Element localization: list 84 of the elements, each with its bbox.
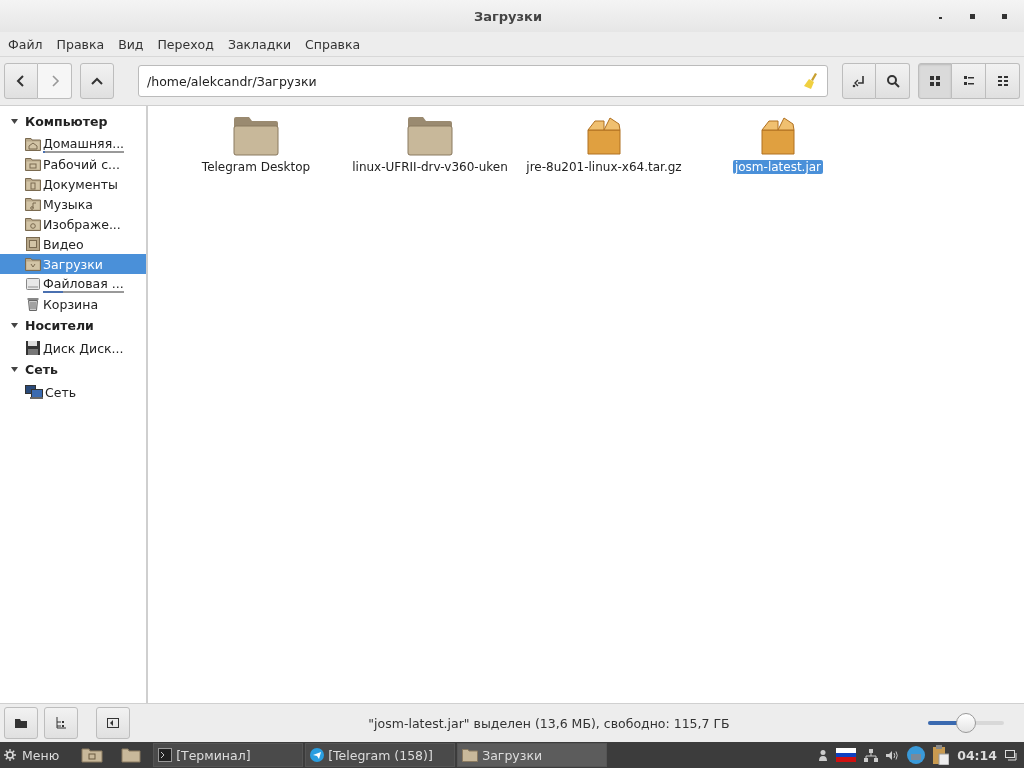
file-name[interactable]: linux-UFRII-drv-v360-uken — [350, 160, 510, 174]
folder-icon[interactable] — [233, 116, 279, 156]
package-icon[interactable] — [586, 116, 622, 156]
tree-icon — [55, 717, 67, 729]
music-folder-icon — [25, 197, 41, 211]
file-name[interactable]: Telegram Desktop — [199, 160, 313, 174]
triangle-icon — [10, 365, 19, 374]
desktop-folder-icon — [25, 157, 41, 171]
documents-folder-icon — [25, 177, 41, 191]
package-icon[interactable] — [760, 116, 796, 156]
gear-icon — [4, 749, 16, 761]
russian-flag-icon[interactable] — [836, 748, 857, 762]
home-folder-icon — [25, 137, 41, 151]
network-icon[interactable] — [864, 748, 879, 762]
user-icon[interactable] — [818, 749, 829, 761]
taskbar-button[interactable]: [Telegram (158)] — [305, 743, 456, 767]
sidebar-item[interactable]: Музыка — [0, 194, 146, 214]
icon-view-button[interactable] — [918, 63, 952, 99]
sidebar-item[interactable]: Документы — [0, 174, 146, 194]
desktop-folder-icon[interactable] — [81, 747, 104, 763]
menu-item[interactable]: Вид — [111, 34, 151, 54]
sidebar-item[interactable]: Диск Диск... — [0, 338, 146, 358]
trash-icon — [25, 297, 41, 311]
maximize-icon — [969, 13, 975, 19]
chevron-left-icon — [16, 74, 26, 88]
sidebar-toggle-button[interactable] — [96, 707, 130, 739]
grid-icon — [929, 75, 941, 87]
places-button[interactable] — [4, 707, 38, 739]
clipboard-icon[interactable] — [933, 745, 950, 765]
downloads-folder-icon — [25, 257, 41, 271]
show-desktop-icon[interactable] — [1005, 749, 1018, 761]
sidebar-item[interactable]: Файловая ... — [0, 274, 146, 294]
toggle-location-button[interactable] — [842, 63, 876, 99]
menu-item[interactable]: Закладки — [220, 34, 299, 54]
taskbar-button[interactable]: Загрузки — [457, 743, 608, 767]
terminal-icon — [158, 748, 173, 762]
menu-button[interactable]: Меню — [0, 742, 64, 768]
menu-item[interactable]: Справка — [298, 34, 368, 54]
list-view-button[interactable] — [986, 63, 1020, 99]
up-button[interactable] — [80, 63, 114, 99]
computer-icon — [25, 385, 43, 399]
clock[interactable]: 04:14 — [957, 747, 997, 763]
sidebar-item[interactable]: Изображе... — [0, 214, 146, 234]
return-arrow-icon — [852, 74, 866, 88]
chevron-up-icon — [90, 76, 104, 86]
tree-button[interactable] — [44, 707, 78, 739]
window-title: Загрузки — [472, 8, 544, 24]
pictures-folder-icon — [25, 217, 41, 231]
zoom-slider[interactable] — [928, 712, 1004, 734]
video-folder-icon — [25, 237, 41, 251]
search-icon — [885, 74, 900, 88]
drive-icon — [25, 277, 41, 291]
close-icon — [1001, 13, 1007, 19]
sidebar-panel-icon — [107, 718, 119, 728]
file-name[interactable]: jre-8u201-linux-x64.tar.gz — [524, 160, 684, 174]
paper-plane-icon — [310, 748, 325, 762]
section-header[interactable]: Сеть — [0, 358, 146, 382]
triangle-icon — [10, 117, 19, 126]
folder-icon[interactable] — [407, 116, 453, 156]
folder-icon — [462, 748, 479, 762]
status-text: "josm-latest.jar" выделен (13,6 МБ), свободно: 115,7 ГБ — [367, 715, 731, 731]
section-header[interactable]: Носители — [0, 314, 146, 338]
folder-icon — [15, 718, 27, 728]
compact-view-button[interactable] — [952, 63, 986, 99]
speaker-icon[interactable] — [886, 749, 900, 761]
location-field[interactable]: /home/alekcandr/Загрузки — [138, 65, 828, 97]
chevron-right-icon — [49, 74, 60, 88]
sidebar-item[interactable]: Домашняя... — [0, 134, 146, 154]
menu-item[interactable]: Файл — [1, 34, 50, 54]
sidebar-item[interactable]: Рабочий с... — [0, 154, 146, 174]
list-icon — [996, 75, 1009, 87]
triangle-icon — [10, 321, 19, 330]
taskbar-button[interactable]: [Терминал] — [153, 743, 304, 767]
menu-item[interactable]: Правка — [49, 34, 112, 54]
sidebar-item[interactable]: Сеть — [0, 382, 146, 402]
sidebar-item[interactable]: Корзина — [0, 294, 146, 314]
menu-item[interactable]: Переход — [150, 34, 221, 54]
sidebar-item[interactable]: Видео — [0, 234, 146, 254]
back-button[interactable] — [4, 63, 38, 99]
update-icon[interactable] — [907, 746, 926, 764]
folder-icon[interactable] — [121, 747, 142, 763]
search-button[interactable] — [876, 63, 910, 99]
section-header[interactable]: Компьютер — [0, 110, 146, 134]
list-icon — [962, 75, 975, 87]
